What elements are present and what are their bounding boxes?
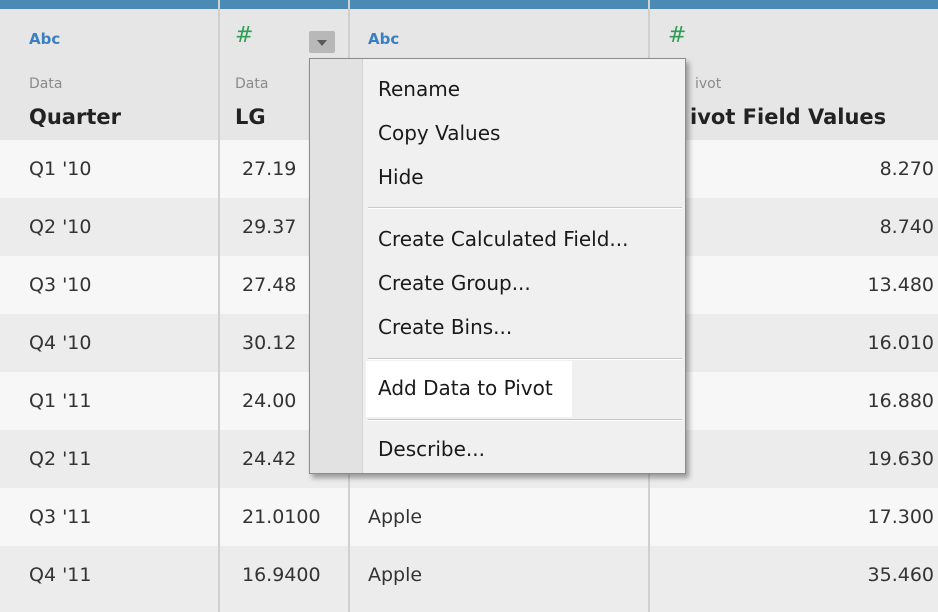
menu-item-label: Hide [378, 165, 424, 189]
menu-item-create-group[interactable]: Create Group... [366, 263, 682, 305]
cell-lg: 24.00 [242, 390, 297, 412]
column-menu-button[interactable] [309, 31, 335, 53]
cell-value: 17.300 [867, 506, 934, 528]
header-accent-bar [650, 0, 938, 9]
column-divider[interactable] [218, 0, 220, 612]
number-type-icon: # [668, 23, 687, 48]
cell-quarter: Q4 '11 [29, 564, 92, 586]
menu-item-label: Copy Values [378, 121, 501, 145]
menu-item-label: Describe... [378, 437, 485, 461]
menu-item-create-bins[interactable]: Create Bins... [366, 307, 682, 349]
cell-lg: 21.0100 [242, 506, 321, 528]
string-type-icon: Abc [368, 30, 400, 48]
cell-lg: 27.48 [242, 274, 297, 296]
cell-value: 16.880 [867, 390, 934, 412]
cell-value: 35.460 [867, 564, 934, 586]
column-source: ivot [695, 76, 722, 92]
cell-lg: 27.19 [242, 158, 297, 180]
header-accent-bar [350, 0, 648, 9]
cell-lg: 30.12 [242, 332, 297, 354]
cell-value: 19.630 [867, 448, 934, 470]
menu-item-add-data-to-pivot[interactable]: Add Data to Pivot [366, 361, 572, 417]
cell-value: 16.010 [867, 332, 934, 354]
cell-quarter: Q2 '11 [29, 448, 92, 470]
menu-item-rename[interactable]: Rename [366, 69, 682, 111]
cell-quarter: Q4 '10 [29, 332, 92, 354]
header-accent-bar [0, 0, 218, 9]
cell-value: 8.270 [879, 158, 934, 180]
cell-brand: Apple [368, 564, 423, 586]
menu-item-create-calculated-field[interactable]: Create Calculated Field... [366, 219, 682, 261]
menu-item-label: Create Bins... [378, 315, 513, 339]
cell-brand: Apple [368, 506, 423, 528]
cell-value: 13.480 [867, 274, 934, 296]
column-header-quarter[interactable]: Abc Data Quarter [0, 9, 218, 140]
cell-quarter: Q1 '11 [29, 390, 92, 412]
menu-item-describe[interactable]: Describe... [366, 429, 682, 471]
cell-quarter: Q3 '10 [29, 274, 92, 296]
column-header-pivot-field-values[interactable]: # ivot ivot Field Values [650, 9, 938, 140]
menu-item-label: Create Calculated Field... [378, 227, 629, 251]
cell-lg: 16.9400 [242, 564, 321, 586]
table-row: Q4 '11 16.9400 Apple 35.460 [0, 546, 938, 612]
menu-item-label: Rename [378, 77, 461, 101]
column-context-menu: Rename Copy Values Hide Create Calculate… [309, 58, 686, 474]
menu-separator [368, 358, 682, 360]
string-type-icon: Abc [29, 30, 61, 48]
column-name: LG [235, 105, 266, 129]
number-type-icon: # [235, 23, 254, 48]
column-source: Data [235, 76, 269, 92]
menu-icon-gutter [310, 59, 363, 473]
cell-value: 8.740 [879, 216, 934, 238]
menu-item-copy-values[interactable]: Copy Values [366, 113, 682, 155]
column-name: ivot Field Values [690, 105, 887, 129]
menu-separator [368, 207, 682, 209]
menu-item-label: Create Group... [378, 271, 531, 295]
table-row: Q3 '11 21.0100 Apple 17.300 [0, 488, 938, 546]
column-source: Data [29, 76, 63, 92]
chevron-down-icon [317, 40, 327, 46]
cell-quarter: Q3 '11 [29, 506, 92, 528]
cell-quarter: Q2 '10 [29, 216, 92, 238]
cell-lg: 29.37 [242, 216, 297, 238]
header-accent-bar [220, 0, 348, 9]
menu-item-hide[interactable]: Hide [366, 157, 682, 199]
cell-quarter: Q1 '10 [29, 158, 92, 180]
cell-lg: 24.42 [242, 448, 297, 470]
menu-separator [368, 419, 682, 421]
column-name: Quarter [29, 105, 121, 129]
menu-item-label: Add Data to Pivot [378, 376, 553, 400]
